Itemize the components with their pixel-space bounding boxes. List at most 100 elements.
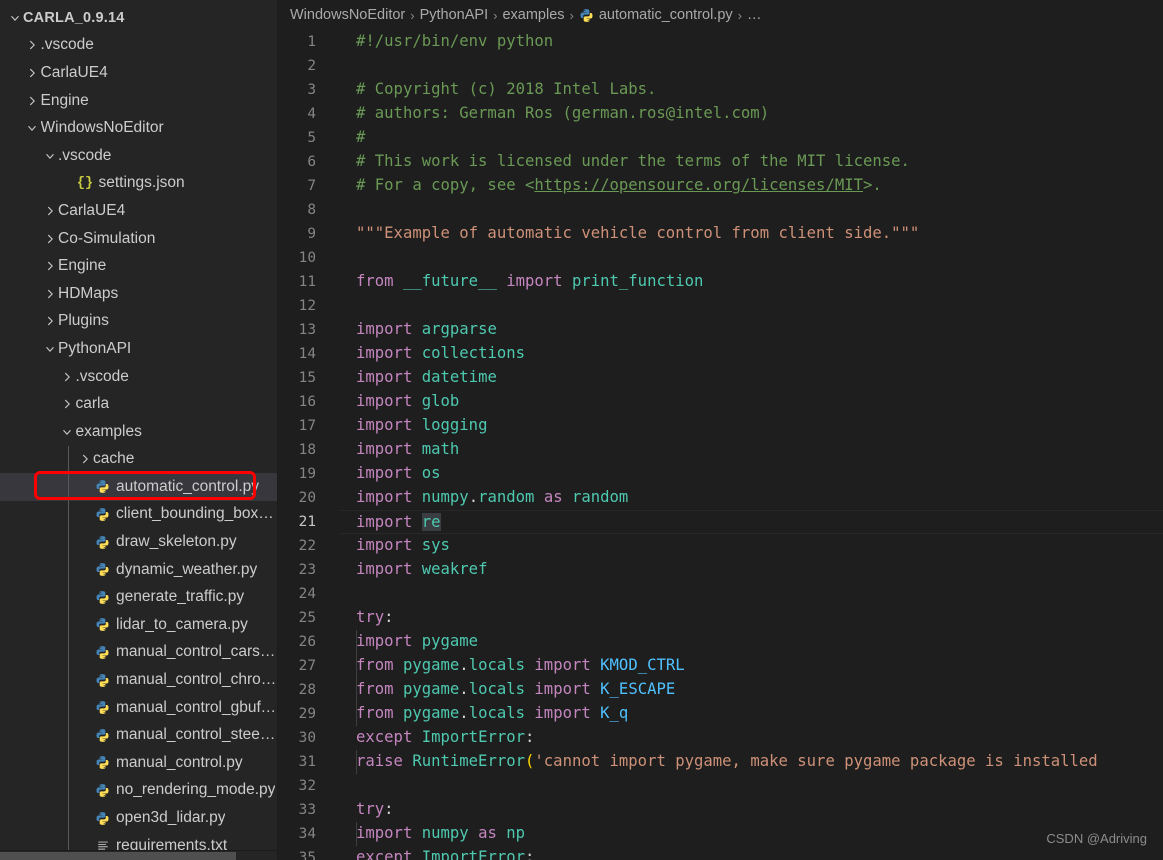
code-line[interactable]: 13 import argparse xyxy=(278,318,1163,342)
code-line[interactable]: 16 import glob xyxy=(278,390,1163,414)
code-area[interactable]: 1 #!/usr/bin/env python 2 3 # Copyright (c) … xyxy=(278,30,1163,860)
chevron-down-icon[interactable] xyxy=(41,147,58,164)
code-line-active[interactable]: 21 import re xyxy=(278,510,1163,534)
code-line[interactable]: 5 # xyxy=(278,126,1163,150)
code-line[interactable]: 34 import numpy as np xyxy=(278,822,1163,846)
code-line[interactable]: 27 from pygame.locals import KMOD_CTRL xyxy=(278,654,1163,678)
code-line[interactable]: 23 import weakref xyxy=(278,558,1163,582)
tree-item[interactable]: .vscode xyxy=(0,142,278,170)
code-line[interactable]: 18 import math xyxy=(278,438,1163,462)
code-line-text[interactable] xyxy=(340,198,1163,222)
tree-item[interactable]: CarlaUE4 xyxy=(0,197,278,225)
code-line-text[interactable]: from __future__ import print_function xyxy=(340,270,1163,294)
breadcrumb-item[interactable]: WindowsNoEditor xyxy=(290,7,405,23)
code-line[interactable]: 31 raise RuntimeError('cannot import pyg… xyxy=(278,750,1163,774)
tree-item[interactable]: manual_control_carsim.py xyxy=(0,639,278,667)
code-line-text[interactable]: import os xyxy=(340,462,1163,486)
code-line[interactable]: 6 # This work is licensed under the terms… xyxy=(278,150,1163,174)
code-line[interactable]: 10 xyxy=(278,246,1163,270)
code-line[interactable]: 2 xyxy=(278,54,1163,78)
code-line[interactable]: 29 from pygame.locals import K_q xyxy=(278,702,1163,726)
scrollbar-thumb[interactable] xyxy=(0,852,236,860)
tree-item[interactable]: cache xyxy=(0,446,278,474)
code-line-text[interactable] xyxy=(340,294,1163,318)
code-line-text[interactable]: import numpy as np xyxy=(340,822,1163,846)
code-line-text[interactable] xyxy=(340,774,1163,798)
code-line[interactable]: 35 except ImportError: xyxy=(278,846,1163,860)
code-line-text[interactable]: # Copyright (c) 2018 Intel Labs. xyxy=(340,78,1163,102)
code-line-text[interactable]: except ImportError: xyxy=(340,726,1163,750)
code-line[interactable]: 14 import collections xyxy=(278,342,1163,366)
code-line[interactable]: 4 # authors: German Ros (german.ros@intel… xyxy=(278,102,1163,126)
chevron-right-icon[interactable] xyxy=(59,368,76,385)
tree-item[interactable]: examples xyxy=(0,418,278,446)
code-line[interactable]: 20 import numpy.random as random xyxy=(278,486,1163,510)
code-line-text[interactable]: """Example of automatic vehicle control … xyxy=(340,222,1163,246)
code-line-text[interactable]: from pygame.locals import KMOD_CTRL xyxy=(340,654,1163,678)
chevron-right-icon[interactable] xyxy=(24,37,41,54)
code-line-text[interactable]: import collections xyxy=(340,342,1163,366)
tree-item[interactable]: WindowsNoEditor xyxy=(0,114,278,142)
tree-item-selected[interactable]: automatic_control.py xyxy=(0,473,278,501)
code-line-text[interactable]: #!/usr/bin/env python xyxy=(340,30,1163,54)
tree-item[interactable]: generate_traffic.py xyxy=(0,583,278,611)
chevron-right-icon[interactable] xyxy=(41,313,58,330)
chevron-right-icon[interactable] xyxy=(41,230,58,247)
tree-item[interactable]: open3d_lidar.py xyxy=(0,804,278,832)
code-line-text[interactable]: raise RuntimeError('cannot import pygame… xyxy=(340,750,1163,774)
chevron-down-icon[interactable] xyxy=(6,9,23,26)
code-line-text[interactable]: import argparse xyxy=(340,318,1163,342)
code-line-text[interactable] xyxy=(340,582,1163,606)
code-line[interactable]: 15 import datetime xyxy=(278,366,1163,390)
code-line-text[interactable]: import pygame xyxy=(340,630,1163,654)
tree-item[interactable]: draw_skeleton.py xyxy=(0,528,278,556)
tree-item[interactable]: PythonAPI xyxy=(0,335,278,363)
code-line[interactable]: 25 try: xyxy=(278,606,1163,630)
code-line-text[interactable]: # xyxy=(340,126,1163,150)
code-line-text[interactable]: from pygame.locals import K_ESCAPE xyxy=(340,678,1163,702)
tree-item[interactable]: client_bounding_boxes.py xyxy=(0,501,278,529)
code-line-text[interactable]: # For a copy, see <https://opensource.or… xyxy=(340,174,1163,198)
code-line-text[interactable]: import sys xyxy=(340,534,1163,558)
chevron-right-icon[interactable] xyxy=(41,202,58,219)
tree-item[interactable]: Co-Simulation xyxy=(0,225,278,253)
tree-item[interactable]: .vscode xyxy=(0,32,278,60)
code-line-text[interactable]: import math xyxy=(340,438,1163,462)
tree-item[interactable]: CarlaUE4 xyxy=(0,59,278,87)
code-line-text[interactable]: try: xyxy=(340,798,1163,822)
tree-item[interactable]: no_rendering_mode.py xyxy=(0,777,278,805)
code-line-text[interactable]: from pygame.locals import K_q xyxy=(340,702,1163,726)
code-line-text[interactable] xyxy=(340,54,1163,78)
code-line[interactable]: 19 import os xyxy=(278,462,1163,486)
tree-item[interactable]: {} settings.json xyxy=(0,170,278,198)
code-line[interactable]: 9 """Example of automatic vehicle control… xyxy=(278,222,1163,246)
code-line[interactable]: 26 import pygame xyxy=(278,630,1163,654)
code-line[interactable]: 22 import sys xyxy=(278,534,1163,558)
chevron-right-icon[interactable] xyxy=(24,64,41,81)
code-line-text[interactable]: except ImportError: xyxy=(340,846,1163,860)
tree-item[interactable]: .vscode xyxy=(0,363,278,391)
code-line-text[interactable]: import weakref xyxy=(340,558,1163,582)
code-line[interactable]: 17 import logging xyxy=(278,414,1163,438)
code-line-text[interactable]: import re xyxy=(340,510,1163,534)
tree-item[interactable]: Plugins xyxy=(0,308,278,336)
code-line-text[interactable]: import logging xyxy=(340,414,1163,438)
tree-item[interactable]: manual_control.py xyxy=(0,749,278,777)
code-line[interactable]: 8 xyxy=(278,198,1163,222)
code-line[interactable]: 33 try: xyxy=(278,798,1163,822)
code-line[interactable]: 3 # Copyright (c) 2018 Intel Labs. xyxy=(278,78,1163,102)
chevron-right-icon[interactable] xyxy=(59,396,76,413)
breadcrumb-item[interactable]: PythonAPI xyxy=(420,7,489,23)
code-line-text[interactable]: import glob xyxy=(340,390,1163,414)
chevron-down-icon[interactable] xyxy=(41,340,58,357)
code-line-text[interactable]: # authors: German Ros (german.ros@intel.… xyxy=(340,102,1163,126)
code-line[interactable]: 12 xyxy=(278,294,1163,318)
tree-item[interactable]: lidar_to_camera.py xyxy=(0,611,278,639)
code-line-text[interactable]: import numpy.random as random xyxy=(340,486,1163,510)
code-line[interactable]: 1 #!/usr/bin/env python xyxy=(278,30,1163,54)
breadcrumb-item[interactable]: examples xyxy=(502,7,564,23)
tree-item[interactable]: HDMaps xyxy=(0,280,278,308)
chevron-right-icon[interactable] xyxy=(24,92,41,109)
code-line-text[interactable]: import datetime xyxy=(340,366,1163,390)
code-line[interactable]: 28 from pygame.locals import K_ESCAPE xyxy=(278,678,1163,702)
